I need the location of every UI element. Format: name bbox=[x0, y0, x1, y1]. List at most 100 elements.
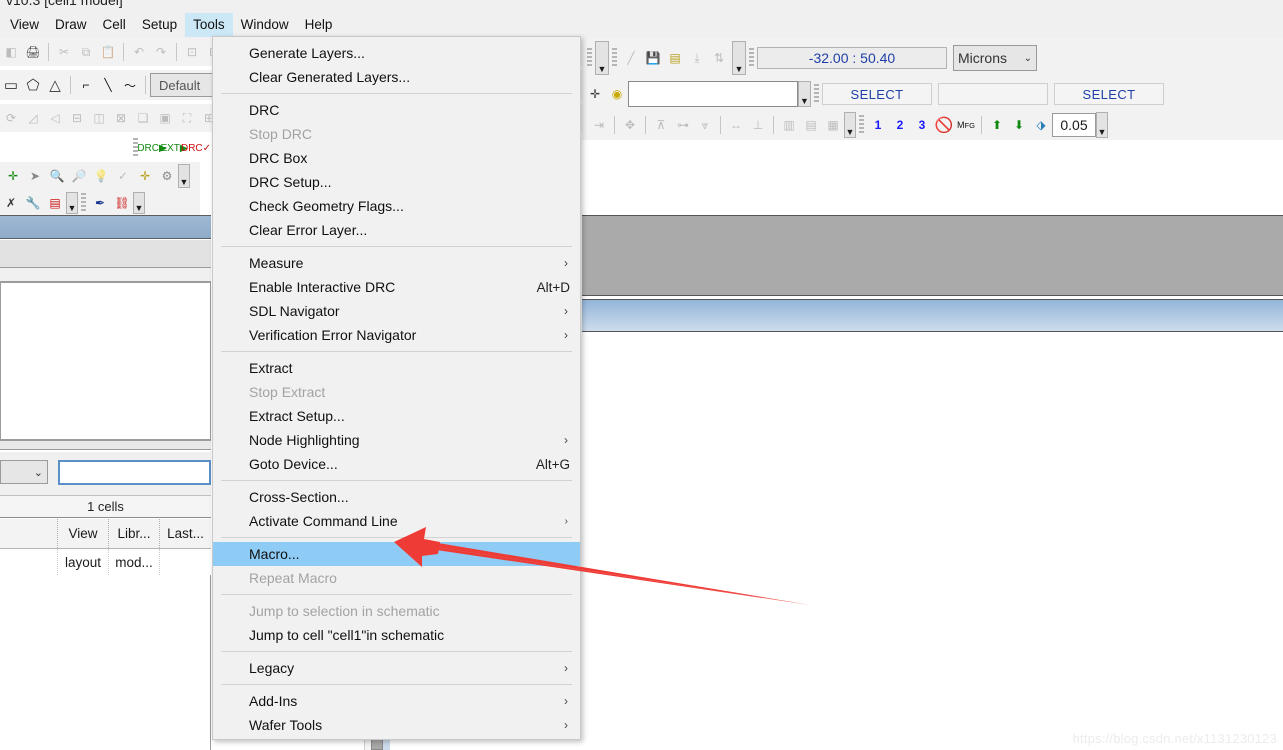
snap-grid-icon[interactable]: ⩔ bbox=[694, 114, 716, 136]
left-panel-hscrollbar[interactable] bbox=[0, 440, 211, 450]
find-icon[interactable]: 🔍 bbox=[46, 165, 68, 187]
settings-icon[interactable]: ⚙ bbox=[156, 165, 178, 187]
select-button-2[interactable]: SELECT bbox=[1054, 83, 1164, 105]
fit-icon[interactable]: ⊡ bbox=[181, 41, 203, 63]
mark2-icon[interactable]: 2 bbox=[889, 114, 911, 136]
menu-item-add-ins[interactable]: Add-Ins › bbox=[213, 689, 580, 713]
toolbar-overflow-button[interactable]: ▼ bbox=[178, 164, 190, 188]
toolbar-overflow-button[interactable]: ▼ bbox=[133, 192, 145, 214]
rotate-icon[interactable]: ⟳ bbox=[0, 107, 22, 129]
cells-col-library[interactable]: Libr... bbox=[109, 519, 160, 548]
down-box-icon[interactable]: ⤓ bbox=[686, 47, 708, 69]
menu-item-extract-setup[interactable]: Extract Setup... bbox=[213, 404, 580, 428]
menu-item-wafer-tools[interactable]: Wafer Tools › bbox=[213, 713, 580, 737]
menu-item-drc-box[interactable]: DRC Box bbox=[213, 146, 580, 170]
cells-search-input[interactable] bbox=[58, 460, 211, 485]
cells-filter-dropdown[interactable]: ⌄ bbox=[0, 460, 48, 484]
menu-item-macro[interactable]: Macro... bbox=[213, 542, 580, 566]
probe-tip-icon[interactable]: ✒ bbox=[89, 192, 111, 214]
menu-item-clear-error-layer[interactable]: Clear Error Layer... bbox=[213, 218, 580, 242]
copy-shape-icon[interactable]: ❏ bbox=[132, 107, 154, 129]
menu-item-drc-setup[interactable]: DRC Setup... bbox=[213, 170, 580, 194]
mark3-icon[interactable]: 3 bbox=[911, 114, 933, 136]
ruler-icon[interactable]: ✓ bbox=[112, 165, 134, 187]
units-dropdown[interactable]: Microns ⌄ bbox=[953, 45, 1037, 71]
mark1-icon[interactable]: 1 bbox=[867, 114, 889, 136]
print-icon[interactable]: 🖨 bbox=[22, 41, 44, 63]
snap-mid-icon[interactable]: ⊼ bbox=[650, 114, 672, 136]
menubar-item-cell[interactable]: Cell bbox=[95, 13, 134, 37]
redo-icon[interactable]: ↷ bbox=[150, 41, 172, 63]
cells-table-body[interactable] bbox=[0, 575, 211, 750]
path-ortho-icon[interactable]: ⌐ bbox=[75, 74, 97, 96]
toolbar-grip[interactable] bbox=[814, 84, 819, 104]
cut-icon[interactable]: ✂ bbox=[53, 41, 75, 63]
cells-col-name[interactable] bbox=[0, 519, 58, 548]
pick-icon[interactable]: ➤ bbox=[24, 165, 46, 187]
menu-item-enable-interactive-drc[interactable]: Enable Interactive DRC Alt+D bbox=[213, 275, 580, 299]
menu-item-extract[interactable]: Extract bbox=[213, 356, 580, 380]
raise-icon[interactable]: ⬆ bbox=[986, 114, 1008, 136]
menu-item-generate-layers[interactable]: Generate Layers... bbox=[213, 41, 580, 65]
toolbar-grip[interactable] bbox=[587, 48, 592, 68]
menubar-item-draw[interactable]: Draw bbox=[47, 13, 95, 37]
layout-shape-gray[interactable] bbox=[582, 215, 1283, 296]
panel-2row-icon[interactable]: ▤ bbox=[800, 114, 822, 136]
paste-icon[interactable]: 📋 bbox=[97, 41, 119, 63]
mirror-h-icon[interactable]: ◁ bbox=[44, 107, 66, 129]
menu-item-cross-section[interactable]: Cross-Section... bbox=[213, 485, 580, 509]
triangle-icon[interactable]: △ bbox=[44, 74, 66, 96]
mfg-grid-icon[interactable]: M FG bbox=[955, 114, 977, 136]
target-cursor-icon[interactable]: ◉ bbox=[606, 83, 628, 105]
toolbar-overflow-button[interactable]: ▼ bbox=[595, 41, 609, 75]
left-panel-list[interactable] bbox=[0, 282, 211, 440]
menu-item-goto-device[interactable]: Goto Device... Alt+G bbox=[213, 452, 580, 476]
align-center-icon[interactable]: ◫ bbox=[88, 107, 110, 129]
updown-box-icon[interactable]: ⇅ bbox=[708, 47, 730, 69]
table-row[interactable]: layout mod... bbox=[0, 549, 211, 575]
notes-icon[interactable]: ▤ bbox=[44, 192, 66, 214]
menu-item-drc[interactable]: DRC bbox=[213, 98, 580, 122]
toolbar-overflow-button[interactable]: ▼ bbox=[844, 112, 856, 138]
menu-item-sdl-navigator[interactable]: SDL Navigator › bbox=[213, 299, 580, 323]
mirror-v-icon[interactable]: ◿ bbox=[22, 107, 44, 129]
layers-icon[interactable]: ▤ bbox=[664, 47, 686, 69]
array-icon[interactable]: ▣ bbox=[154, 107, 176, 129]
toolbar-grip[interactable] bbox=[81, 193, 86, 213]
toolbar-overflow-button[interactable]: ▼ bbox=[798, 81, 811, 107]
menu-item-verification-error-navigator[interactable]: Verification Error Navigator › bbox=[213, 323, 580, 347]
toolbar-grip[interactable] bbox=[749, 48, 754, 68]
toolbar-overflow-button[interactable]: ▼ bbox=[66, 192, 78, 214]
toolbar-grip[interactable] bbox=[859, 115, 864, 135]
save-icon[interactable]: 💾 bbox=[642, 47, 664, 69]
probe-icon[interactable]: ✛ bbox=[134, 165, 156, 187]
tools-dropdown-menu[interactable]: Generate Layers... Clear Generated Layer… bbox=[212, 36, 581, 740]
drc-check-icon[interactable]: DRC✓ bbox=[181, 137, 211, 159]
menubar-item-tools[interactable]: Tools bbox=[185, 13, 233, 37]
group-icon[interactable]: ⛶ bbox=[176, 107, 198, 129]
menu-item-legacy[interactable]: Legacy › bbox=[213, 656, 580, 680]
lower-icon[interactable]: ⬇ bbox=[1008, 114, 1030, 136]
copy-icon[interactable]: ⧉ bbox=[75, 41, 97, 63]
measure-height-icon[interactable]: ⊥ bbox=[747, 114, 769, 136]
cells-col-last[interactable]: Last... bbox=[160, 519, 211, 548]
menu-item-node-highlighting[interactable]: Node Highlighting › bbox=[213, 428, 580, 452]
snap-save-icon[interactable]: ⬗ bbox=[1030, 114, 1052, 136]
align-top-icon[interactable]: ⊟ bbox=[66, 107, 88, 129]
polygon-icon[interactable]: ⬠ bbox=[22, 74, 44, 96]
path-curve-icon[interactable]: 〜 bbox=[119, 74, 141, 96]
menubar-item-help[interactable]: Help bbox=[297, 13, 341, 37]
select-field[interactable] bbox=[938, 83, 1048, 105]
path-line-icon[interactable]: ╲ bbox=[97, 74, 119, 96]
no-mark-icon[interactable]: 🚫 bbox=[933, 114, 955, 136]
toolbar-overflow-button[interactable]: ▼ bbox=[732, 41, 746, 75]
menubar-item-view[interactable]: View bbox=[2, 13, 47, 37]
new-icon[interactable]: ◧ bbox=[0, 41, 22, 63]
link-icon[interactable]: ⛓ bbox=[111, 192, 133, 214]
xsection-icon[interactable]: ✗ bbox=[0, 192, 22, 214]
snap-origin-icon[interactable]: ⇥ bbox=[588, 114, 610, 136]
snap-center-icon[interactable]: ✥ bbox=[619, 114, 641, 136]
bulb-icon[interactable]: 💡 bbox=[90, 165, 112, 187]
line-icon[interactable]: ╱ bbox=[620, 47, 642, 69]
wrench-icon[interactable]: 🔧 bbox=[22, 192, 44, 214]
